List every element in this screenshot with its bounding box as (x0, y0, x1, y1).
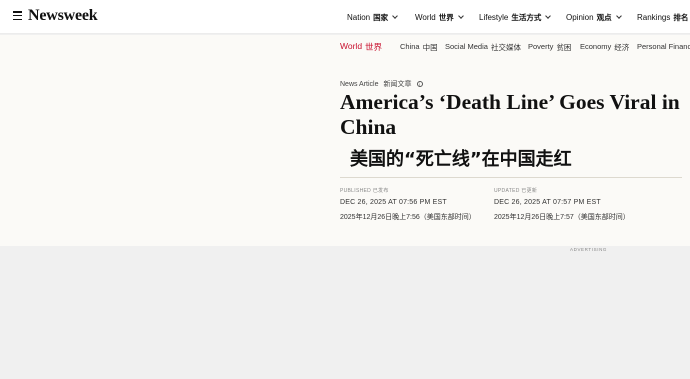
nav-item-opinion[interactable]: Opinion 观点 (566, 12, 622, 23)
subnav-label: World (340, 41, 363, 51)
nav-label: Rankings (637, 13, 671, 22)
subnav-item-personal-finance[interactable]: Personal Financ (637, 42, 690, 51)
nav-label-zh: 国家 (373, 13, 389, 22)
chevron-down-icon (457, 13, 464, 19)
subnav-item-economy[interactable]: Economy 经济 (580, 42, 629, 53)
article-headline: America’s ‘Death Line’ Goes Viral in Chi… (340, 90, 680, 139)
updated-date: DEC 26, 2025 AT 07:57 PM EST (494, 199, 601, 206)
top-header: Newsweek Nation 国家 World 世界 Lifestyle 生活… (0, 0, 690, 34)
published-date-zh: 2025年12月26日晚上7:56（美国东部时间） (340, 214, 476, 221)
updated-label: UPDATED 已更新 (494, 188, 538, 194)
subnav-label: Social Media (445, 42, 488, 51)
nav-label: World (415, 13, 436, 22)
subnav-label-zh: 世界 (365, 42, 383, 52)
nav-label: Nation (347, 13, 371, 22)
nav-label-zh: 观点 (596, 13, 612, 22)
subnav-item-china[interactable]: China 中国 (400, 42, 438, 53)
nav-label: Opinion (566, 13, 594, 22)
article-headline-zh: 美国的“死亡线”在中国走红 (350, 149, 572, 170)
info-icon[interactable]: i (416, 81, 423, 87)
article-type: News Article 新闻文章 i (340, 79, 423, 89)
nav-label-zh: 排名 (673, 13, 689, 22)
subnav-label: Economy (580, 42, 612, 51)
subnav-label-zh: 贫困 (556, 43, 572, 52)
nav-label: Lifestyle (479, 13, 509, 22)
advertising-label: ADVERTISING (570, 247, 608, 252)
nav-item-lifestyle[interactable]: Lifestyle 生活方式 (479, 12, 552, 23)
hamburger-menu-icon[interactable] (13, 11, 22, 20)
subnav-item-social-media[interactable]: Social Media 社交媒体 (445, 42, 521, 53)
article-type-label: News Article (340, 80, 379, 88)
article-type-label-zh: 新闻文章 (383, 81, 412, 88)
subnav-label-zh: 社交媒体 (490, 43, 521, 52)
chevron-down-icon (615, 13, 622, 19)
published-label: PUBLISHED 已发布 (340, 188, 389, 194)
subnav-label-zh: 经济 (614, 43, 630, 52)
site-logo[interactable]: Newsweek (28, 7, 98, 25)
nav-label-zh: 生活方式 (511, 13, 542, 22)
divider (340, 177, 682, 178)
nav-item-nation[interactable]: Nation 国家 (347, 12, 398, 23)
subnav-label: Poverty (528, 42, 554, 51)
subnav-label-zh: 中国 (422, 43, 438, 52)
nav-item-rankings[interactable]: Rankings 排名 (637, 12, 690, 23)
subnav-item-poverty[interactable]: Poverty 贫困 (528, 42, 571, 53)
nav-item-world[interactable]: World 世界 (415, 12, 464, 23)
chevron-down-icon (545, 13, 552, 19)
subnav-label: China (400, 42, 420, 51)
published-date: DEC 26, 2025 AT 07:56 PM EST (340, 199, 447, 206)
chevron-down-icon (392, 13, 398, 19)
subnav-item-world[interactable]: World 世界 (340, 41, 382, 53)
updated-date-zh: 2025年12月26日晚上7:57（美国东部时间） (494, 214, 630, 221)
nav-label-zh: 世界 (438, 13, 454, 22)
subnav-label: Personal Financ (637, 42, 690, 51)
